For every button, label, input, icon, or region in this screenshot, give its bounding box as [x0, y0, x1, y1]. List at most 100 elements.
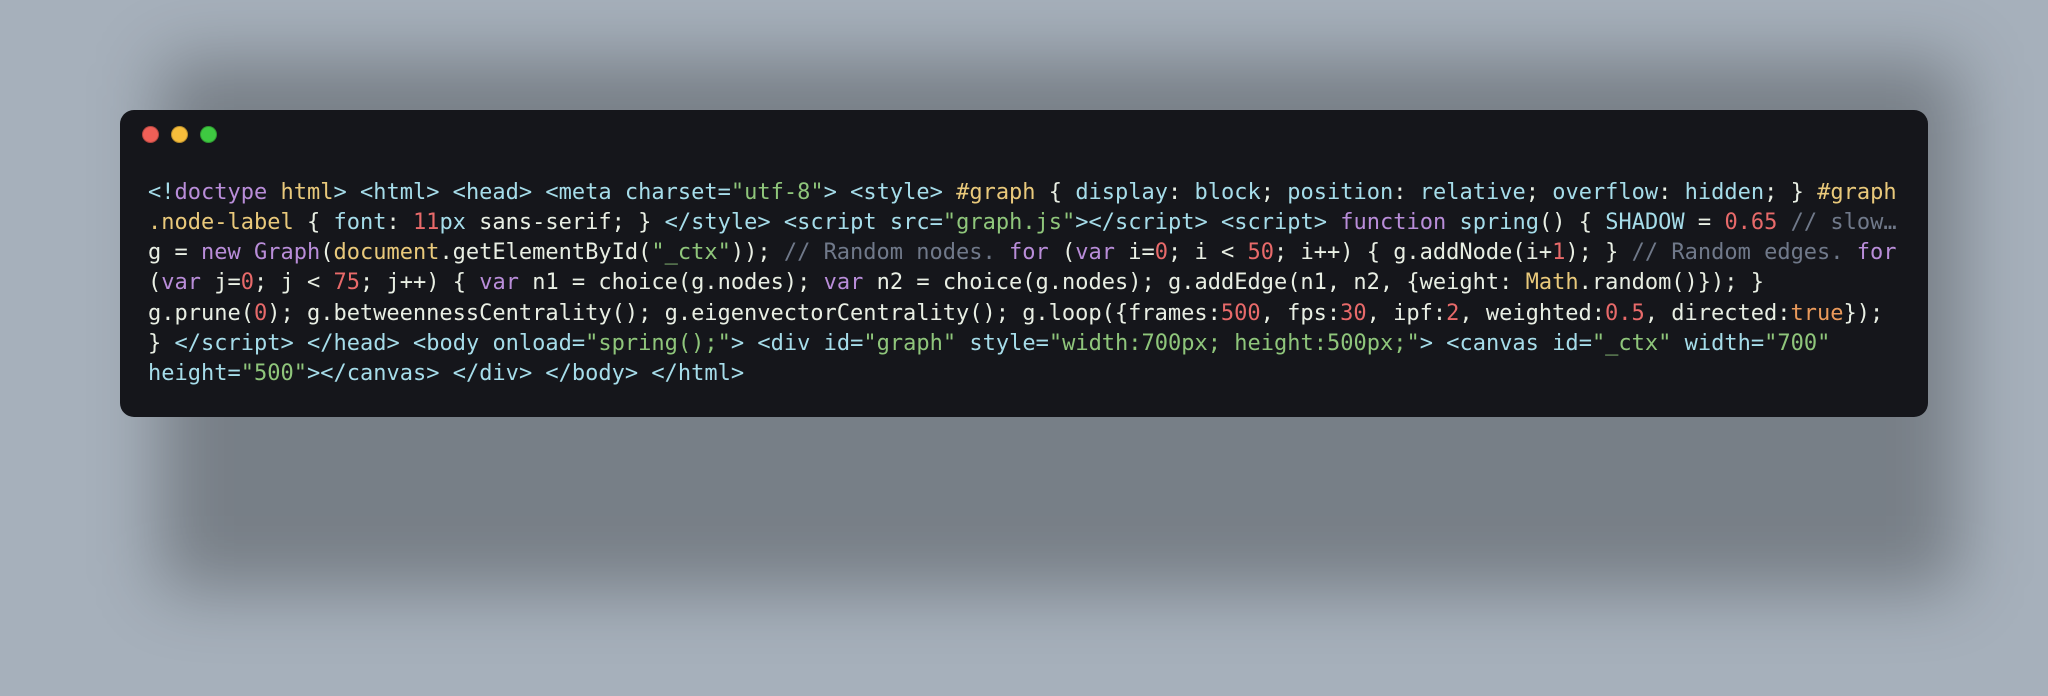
code-token: > [731, 361, 744, 386]
code-token: for [1857, 240, 1897, 265]
code-token: #graph [956, 180, 1035, 205]
code-token: function [1340, 210, 1446, 235]
code-token: for [1009, 240, 1049, 265]
code-token: src [890, 210, 930, 235]
code-token [612, 180, 625, 205]
code-token: true [1791, 301, 1844, 326]
code-token: > </ [280, 331, 333, 356]
code-token: canvas [1459, 331, 1538, 356]
code-token: = [850, 331, 863, 356]
code-token: var [1075, 240, 1115, 265]
code-token: "graph.js" [943, 210, 1075, 235]
code-token: 2 [1446, 301, 1459, 326]
code-token: .getElementById( [439, 240, 651, 265]
code-token: script [1234, 210, 1313, 235]
code-token: width [1685, 331, 1751, 356]
code-token: ; [1526, 180, 1553, 205]
code-token: .node-label [148, 210, 294, 235]
code-token: html [678, 361, 731, 386]
code-token: ; } [1764, 180, 1817, 205]
code-token: Math [1526, 270, 1579, 295]
code-token: > < [824, 180, 864, 205]
code-token: = [1685, 210, 1725, 235]
code-token: sans-serif; } [466, 210, 665, 235]
code-token: doctype [175, 180, 268, 205]
code-token: > </ [426, 361, 479, 386]
code-token: ); } [1565, 240, 1631, 265]
code-token: 0 [254, 301, 267, 326]
code-token: = [1036, 331, 1049, 356]
code-token: { [1036, 180, 1076, 205]
code-token: "utf-8" [731, 180, 824, 205]
code-token [479, 331, 492, 356]
code-token [996, 240, 1009, 265]
code-token: display [1075, 180, 1168, 205]
code-token: n1 = choice(g.nodes); [519, 270, 824, 295]
code-token: canvas [347, 361, 426, 386]
code-token: // Random edges. [1632, 240, 1844, 265]
code-token: > </ [519, 361, 572, 386]
code-token: 500 [1221, 301, 1261, 326]
code-token: 0.65 [1724, 210, 1777, 235]
code-token: ); g.betweennessCentrality(); g.eigenvec… [267, 301, 1221, 326]
code-token: </ [175, 331, 202, 356]
code-token: : [386, 210, 413, 235]
code-token: "700" [1764, 331, 1830, 356]
code-token: block [1195, 180, 1261, 205]
code-token: 1 [1552, 240, 1565, 265]
code-token [1830, 331, 1843, 356]
code-token: ; j++) { [360, 270, 479, 295]
code-token: > [930, 180, 957, 205]
code-token: i= [1115, 240, 1155, 265]
code-token: <! [148, 180, 175, 205]
code-token: > </ [625, 361, 678, 386]
code-token [1671, 331, 1684, 356]
code-token: = [930, 210, 943, 235]
code-token: 75 [333, 270, 360, 295]
code-token: "graph" [863, 331, 956, 356]
code-token: "500" [241, 361, 307, 386]
code-token: hidden [1685, 180, 1764, 205]
code-token: ; i++) { g.addNode(i+ [1274, 240, 1552, 265]
code-token: = [227, 361, 240, 386]
code-token: = [1579, 331, 1592, 356]
code-token: > < [1195, 210, 1235, 235]
code-token: : [1658, 180, 1685, 205]
code-token: div [479, 361, 519, 386]
code-token: 11 [413, 210, 440, 235]
traffic-light-close-icon[interactable] [142, 126, 159, 143]
code-token: onload [492, 331, 571, 356]
code-token: ( [320, 240, 333, 265]
code-token [877, 210, 890, 235]
code-token: "_ctx" [1592, 331, 1671, 356]
code-token: > [307, 361, 320, 386]
code-token: , weighted: [1459, 301, 1605, 326]
code-token: > < [333, 180, 373, 205]
code-token: )); [731, 240, 784, 265]
traffic-light-minimize-icon[interactable] [171, 126, 188, 143]
code-token [1539, 331, 1552, 356]
code-token: : [1168, 180, 1195, 205]
code-token: spring [1459, 210, 1538, 235]
code-token [810, 331, 823, 356]
code-token: document [333, 240, 439, 265]
code-token: id [1552, 331, 1579, 356]
page-stage: <!doctype html> <html> <head> <meta char… [0, 0, 2048, 696]
code-token: body [426, 331, 479, 356]
code-token: "_ctx" [651, 240, 730, 265]
code-token: html [373, 180, 426, 205]
code-token [267, 180, 280, 205]
code-token: </ [1089, 210, 1116, 235]
code-token: script [1115, 210, 1194, 235]
code-token [1844, 240, 1857, 265]
code-token: Graph [254, 240, 320, 265]
traffic-light-zoom-icon[interactable] [200, 126, 217, 143]
code-content[interactable]: <!doctype html> <html> <head> <meta char… [120, 158, 1928, 417]
code-token: // slow… [1791, 210, 1897, 235]
code-token: ( [1049, 240, 1076, 265]
code-token: > [1075, 210, 1088, 235]
code-token: , ipf: [1367, 301, 1446, 326]
code-token: "width:700px; height:500px;" [1049, 331, 1420, 356]
code-token: = [572, 331, 585, 356]
code-token: "spring();" [585, 331, 731, 356]
